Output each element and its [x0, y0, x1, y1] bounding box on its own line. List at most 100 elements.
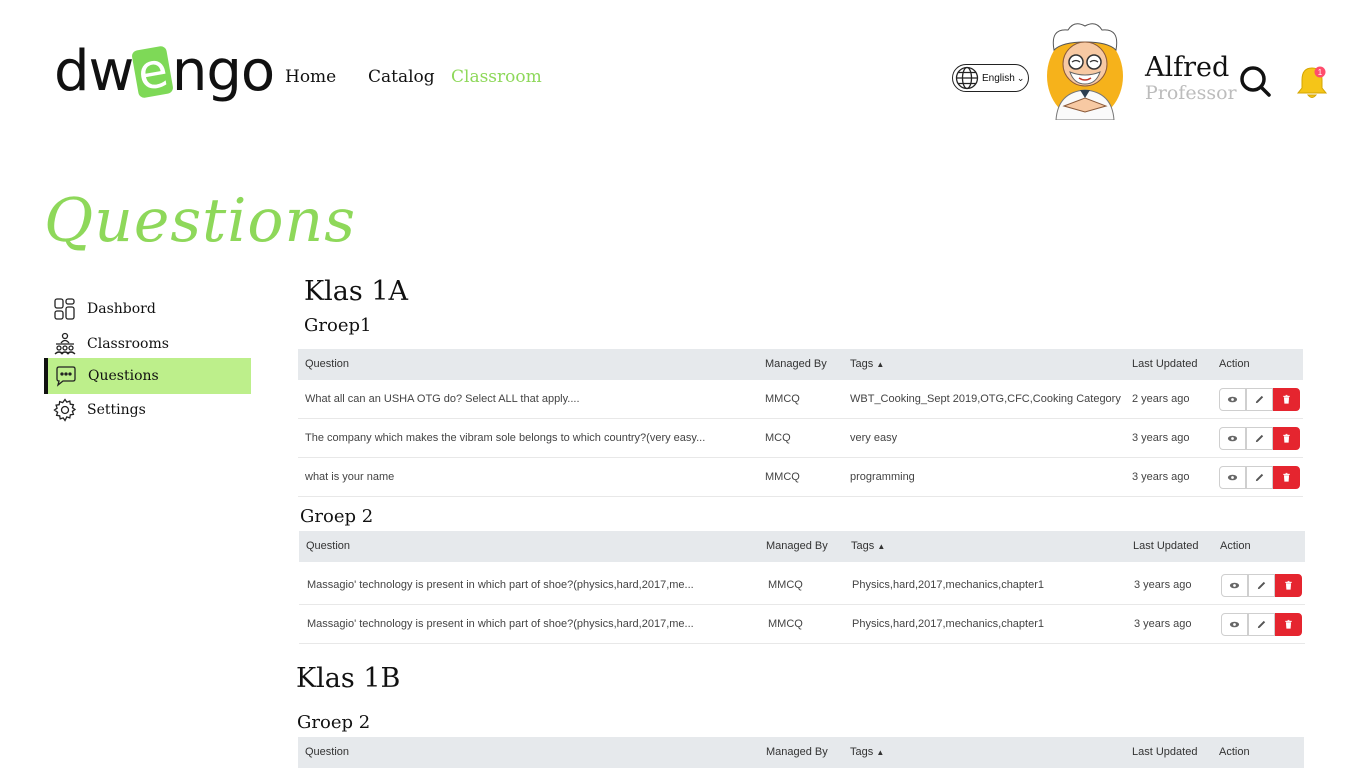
sidebar-item-questions[interactable]: Questions — [44, 358, 251, 394]
edit-button[interactable] — [1246, 466, 1273, 489]
pencil-icon — [1255, 395, 1264, 404]
user-name: Alfred — [1145, 52, 1230, 83]
col-action: Action — [1220, 540, 1251, 552]
eye-icon — [1227, 396, 1238, 403]
tags-cell: Physics,hard,2017,mechanics,chapter1 — [852, 579, 1044, 591]
col-tags-label: Tags — [850, 746, 874, 758]
table-header: Question Managed By Tags ▲ Last Updated … — [298, 737, 1304, 768]
updated-cell: 3 years ago — [1134, 618, 1192, 630]
col-managed-by: Managed By — [765, 358, 827, 370]
managed-by-cell: MMCQ — [765, 471, 800, 483]
view-button[interactable] — [1221, 574, 1248, 597]
col-tags[interactable]: Tags ▲ — [850, 358, 884, 370]
nav-home-link[interactable]: Home — [285, 67, 336, 87]
professor-avatar[interactable] — [1046, 20, 1124, 120]
classroom-icon — [54, 332, 76, 355]
delete-button[interactable] — [1273, 388, 1300, 411]
sidebar-item-dashboard[interactable]: Dashbord — [44, 291, 251, 327]
user-role: Professor — [1145, 82, 1237, 104]
question-cell: Massagio' technology is present in which… — [307, 579, 694, 591]
view-button[interactable] — [1219, 427, 1246, 450]
row-actions — [1219, 427, 1300, 450]
dwengo-logo[interactable]: dw e ngo — [54, 39, 275, 104]
sort-up-icon: ▲ — [877, 542, 886, 551]
table-row: What all can an USHA OTG do? Select ALL … — [298, 380, 1303, 419]
row-actions — [1221, 574, 1302, 597]
group-title: Groep 2 — [297, 712, 371, 733]
trash-icon — [1285, 619, 1292, 629]
eye-icon — [1227, 435, 1238, 442]
edit-button[interactable] — [1246, 427, 1273, 450]
chevron-down-icon: ⌄ — [1016, 72, 1025, 83]
col-question: Question — [305, 746, 350, 758]
table-header: Question Managed By Tags ▲ Last Updated … — [298, 349, 1303, 380]
logo-text-right: ngo — [171, 39, 275, 104]
nav-classroom-link[interactable]: Classroom — [451, 67, 542, 87]
eye-icon — [1229, 582, 1240, 589]
search-icon[interactable] — [1238, 64, 1272, 98]
view-button[interactable] — [1219, 466, 1246, 489]
group-title: Groep 2 — [300, 506, 374, 527]
language-selector[interactable]: English ⌄ — [952, 64, 1029, 92]
row-actions — [1221, 613, 1302, 636]
table-row: what is your name MMCQ programming 3 yea… — [298, 458, 1303, 497]
col-last-updated: Last Updated — [1132, 746, 1198, 758]
row-actions — [1219, 388, 1300, 411]
table-header: Question Managed By Tags ▲ Last Updated … — [299, 531, 1305, 562]
trash-icon — [1283, 433, 1290, 443]
eye-icon — [1229, 621, 1240, 628]
sidebar-item-label: Dashbord — [87, 301, 156, 317]
edit-button[interactable] — [1246, 388, 1273, 411]
pencil-icon — [1255, 473, 1264, 482]
managed-by-cell: MCQ — [765, 432, 791, 444]
trash-icon — [1283, 472, 1290, 482]
gear-icon — [53, 398, 77, 422]
sidebar-item-label: Settings — [87, 402, 146, 418]
questions-table: Question Managed By Tags ▲ Last Updated … — [298, 349, 1303, 497]
col-tags[interactable]: Tags ▲ — [850, 746, 884, 758]
questions-table: Question Managed By Tags ▲ Last Updated … — [298, 737, 1304, 768]
view-button[interactable] — [1221, 613, 1248, 636]
delete-button[interactable] — [1275, 613, 1302, 636]
class-title: Klas 1B — [296, 663, 401, 694]
pencil-icon — [1257, 581, 1266, 590]
class-title: Klas 1A — [304, 276, 409, 307]
col-tags-label: Tags — [850, 358, 874, 370]
tags-cell: very easy — [850, 432, 898, 444]
tags-cell: programming — [850, 471, 915, 483]
nav-catalog-link[interactable]: Catalog — [368, 67, 435, 87]
edit-button[interactable] — [1248, 613, 1275, 636]
delete-button[interactable] — [1275, 574, 1302, 597]
sidebar-item-label: Questions — [88, 368, 159, 384]
managed-by-cell: MMCQ — [765, 393, 800, 405]
globe-icon — [955, 66, 979, 90]
sort-up-icon: ▲ — [876, 360, 885, 369]
col-question: Question — [305, 358, 350, 370]
row-actions — [1219, 466, 1300, 489]
col-action: Action — [1219, 358, 1250, 370]
question-cell: what is your name — [305, 471, 395, 483]
logo-e-mark: e — [131, 42, 174, 102]
updated-cell: 3 years ago — [1132, 432, 1190, 444]
col-tags-label: Tags — [851, 540, 875, 552]
pencil-icon — [1257, 620, 1266, 629]
view-button[interactable] — [1219, 388, 1246, 411]
questions-table: Question Managed By Tags ▲ Last Updated … — [299, 531, 1305, 644]
updated-cell: 2 years ago — [1132, 393, 1190, 405]
edit-button[interactable] — [1248, 574, 1275, 597]
sidebar-item-label: Classrooms — [87, 336, 169, 352]
sidebar-item-settings[interactable]: Settings — [44, 392, 251, 428]
group-title: Groep1 — [304, 315, 372, 336]
col-question: Question — [306, 540, 351, 552]
delete-button[interactable] — [1273, 466, 1300, 489]
dashboard-icon — [54, 298, 75, 320]
table-row: Massagio' technology is present in which… — [299, 605, 1305, 644]
col-action: Action — [1219, 746, 1250, 758]
updated-cell: 3 years ago — [1132, 471, 1190, 483]
delete-button[interactable] — [1273, 427, 1300, 450]
tags-cell: Physics,hard,2017,mechanics,chapter1 — [852, 618, 1044, 630]
sidebar-item-classrooms[interactable]: Classrooms — [44, 326, 251, 362]
bell-icon[interactable]: 1 — [1294, 62, 1330, 100]
col-last-updated: Last Updated — [1133, 540, 1199, 552]
col-tags[interactable]: Tags ▲ — [851, 540, 885, 552]
